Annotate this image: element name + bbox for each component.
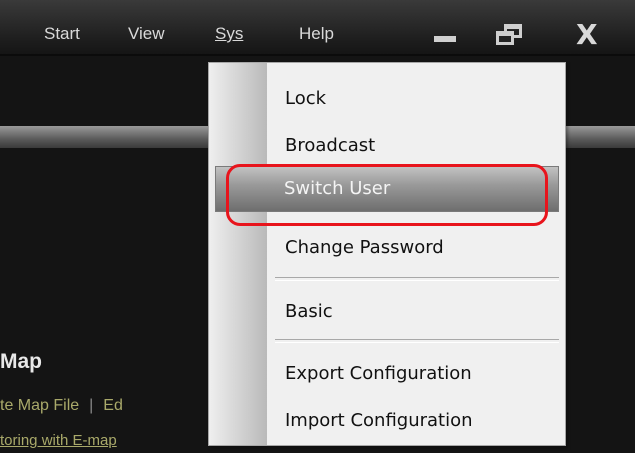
menu-item-basic[interactable]: Basic: [209, 289, 565, 335]
edit-link[interactable]: Ed: [103, 397, 123, 414]
menu-view[interactable]: View: [128, 24, 165, 44]
menu-item-label: Lock: [285, 88, 327, 109]
sys-dropdown-menu: Lock Broadcast Switch User Change Passwo…: [208, 62, 566, 446]
link-separator: |: [89, 397, 94, 414]
menu-item-label: Import Configuration: [285, 410, 473, 431]
menu-item-label: Export Configuration: [285, 363, 472, 384]
menu-item-import-configuration[interactable]: Import Configuration: [209, 398, 565, 444]
panel-links: te Map File | Ed: [0, 397, 123, 415]
menu-item-export-configuration[interactable]: Export Configuration: [209, 351, 565, 397]
menu-item-label: Change Password: [285, 237, 444, 258]
highlight-annotation-ring: [226, 164, 548, 226]
menu-item-label: Basic: [285, 301, 333, 322]
menu-help[interactable]: Help: [299, 24, 334, 44]
menu-item-broadcast[interactable]: Broadcast: [209, 123, 565, 169]
restore-button[interactable]: [486, 14, 532, 54]
application: Start View Sys Help X Map te Map File | Ed…: [0, 0, 635, 453]
menu-item-lock[interactable]: Lock: [209, 76, 565, 122]
menu-separator: [275, 277, 559, 281]
close-icon: X: [576, 18, 598, 51]
panel-title: Map: [0, 350, 42, 373]
monitoring-link[interactable]: toring with E-map: [0, 432, 117, 449]
minimize-button[interactable]: [418, 14, 464, 54]
menu-start[interactable]: Start: [44, 24, 80, 44]
menu-bar: Start View Sys Help X: [0, 0, 635, 56]
menu-item-change-password[interactable]: Change Password: [209, 225, 565, 271]
menu-sys[interactable]: Sys: [215, 24, 243, 44]
minimize-icon: [434, 36, 456, 42]
menu-item-label: Broadcast: [285, 135, 376, 156]
menu-separator: [275, 339, 559, 343]
close-button[interactable]: X: [570, 14, 616, 54]
create-map-file-link[interactable]: te Map File: [0, 397, 79, 414]
